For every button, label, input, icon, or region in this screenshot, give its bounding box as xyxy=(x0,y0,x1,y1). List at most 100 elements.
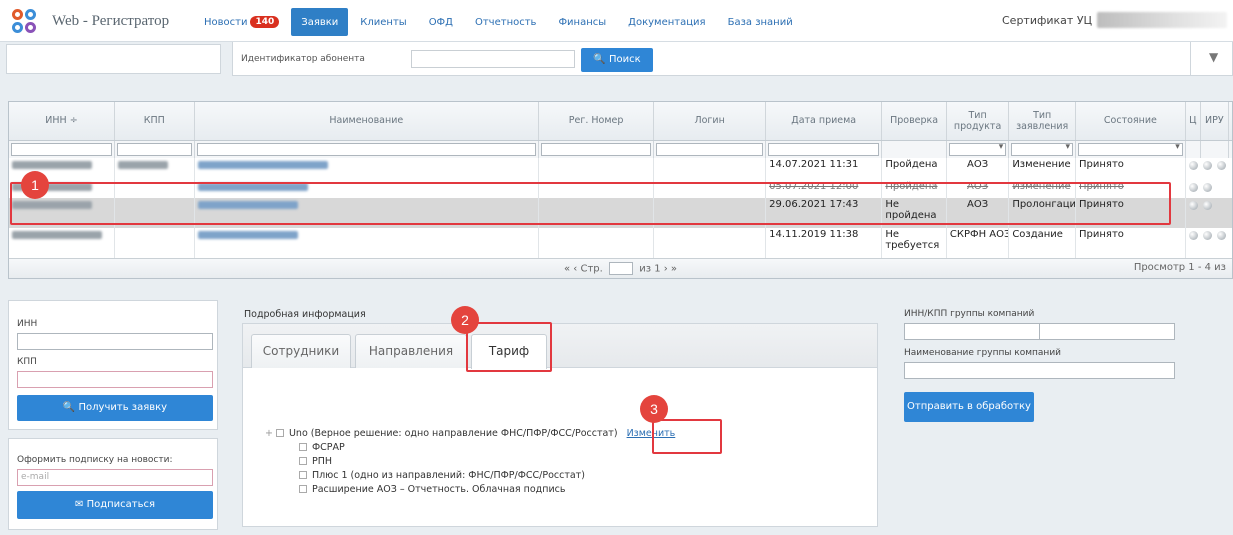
tariff-checkbox[interactable] xyxy=(299,443,307,451)
status-circle-icon[interactable] xyxy=(1202,201,1212,210)
app-logo-icon[interactable] xyxy=(12,9,38,35)
email-field[interactable]: e-mail xyxy=(17,469,213,486)
cell-date: 14.11.2019 11:38 xyxy=(765,228,883,258)
tariff-child-item: Расширение АОЗ – Отчетность. Облачная по… xyxy=(265,484,675,498)
column-header-request-type[interactable]: Тип заявления xyxy=(1008,102,1077,141)
pager-page-input[interactable] xyxy=(609,262,634,275)
nav-item-knowledge-base[interactable]: База знаний xyxy=(728,8,793,36)
filter-state-select[interactable] xyxy=(1078,142,1183,156)
column-header-login[interactable]: Логин xyxy=(653,102,767,141)
table-row[interactable]: 14.11.2019 11:38 Не требуется СКРФН АОЗ … xyxy=(9,228,1232,258)
tab-directions[interactable]: Направления xyxy=(355,334,467,368)
filter-cell xyxy=(194,140,540,158)
search-strip: Идентификатор абонента 🔍 Поиск ▼ xyxy=(0,42,1233,82)
tab-employees[interactable]: Сотрудники xyxy=(251,334,351,368)
filter-name-input[interactable] xyxy=(196,142,537,156)
pager-prev-icon[interactable]: « ‹ xyxy=(564,264,577,275)
nav-item-documentation[interactable]: Документация xyxy=(628,8,705,36)
cell-status-icons xyxy=(1185,228,1232,258)
nav-item-finance[interactable]: Финансы xyxy=(558,8,606,36)
tariff-child-item: РПН xyxy=(265,456,675,470)
status-circle-icon[interactable] xyxy=(1216,231,1226,240)
cell-status-icons xyxy=(1185,158,1232,180)
filter-inn-input[interactable] xyxy=(11,142,112,156)
status-circle-icon[interactable] xyxy=(1202,231,1212,240)
blurred-value xyxy=(12,161,92,169)
expand-icon[interactable]: + xyxy=(265,428,273,439)
filter-cell xyxy=(653,140,767,158)
cell-request-type: Изменение xyxy=(1008,158,1077,180)
status-circle-icon[interactable] xyxy=(1202,161,1212,170)
main-nav: Новости 140 Заявки Клиенты ОФД Отчетност… xyxy=(204,8,815,36)
blurred-value xyxy=(12,231,102,239)
tariff-checkbox[interactable] xyxy=(275,429,284,437)
column-header-label: ИНН xyxy=(45,115,67,127)
status-circle-icon[interactable] xyxy=(1188,231,1198,240)
status-circle-icon[interactable] xyxy=(1188,161,1198,170)
inn-input[interactable] xyxy=(17,333,213,350)
filter-login-input[interactable] xyxy=(656,142,764,156)
nav-item-requests[interactable]: Заявки xyxy=(291,8,349,36)
filter-type-select[interactable] xyxy=(1011,142,1074,156)
tariff-child-item: ФСРАР xyxy=(265,442,675,456)
cell-state: Принято xyxy=(1075,228,1186,258)
nav-item-ofd[interactable]: ОФД xyxy=(429,8,453,36)
filter-cell xyxy=(1228,140,1232,158)
table-row[interactable]: 14.07.2021 11:31 Пройдена АОЗ Изменение … xyxy=(9,158,1232,180)
filter-product-select[interactable] xyxy=(948,142,1007,156)
details-panel: Сотрудники Направления Тариф + Uno (Верно… xyxy=(242,323,878,527)
column-header-state[interactable]: Состояние xyxy=(1075,102,1186,141)
cell-request-type: Создание xyxy=(1008,228,1077,258)
cell-status-icons xyxy=(1185,198,1232,228)
column-header-date[interactable]: Дата приема xyxy=(765,102,883,141)
grid-pager: « ‹ Стр. из 1 › » Просмотр 1 - 4 из xyxy=(9,258,1232,278)
user-name-blurred[interactable] xyxy=(1097,12,1227,28)
cell-name[interactable] xyxy=(194,158,540,180)
annotation-row-highlight xyxy=(10,182,1171,225)
subscribe-label: Оформить подписку на новости: xyxy=(17,455,173,465)
column-header-kpp[interactable]: КПП xyxy=(114,102,195,141)
annotation-tab-highlight xyxy=(466,322,552,372)
column-header-c[interactable]: Ц xyxy=(1185,102,1201,141)
tariff-checkbox[interactable] xyxy=(299,457,307,465)
certificate-link[interactable]: Сертификат УЦ xyxy=(1002,14,1092,27)
nav-item-clients[interactable]: Клиенты xyxy=(360,8,406,36)
search-button[interactable]: 🔍 Поиск xyxy=(581,48,653,72)
get-request-button[interactable]: 🔍 Получить заявку xyxy=(17,395,213,421)
tariff-checkbox[interactable] xyxy=(299,471,307,479)
filter-cell xyxy=(9,140,115,158)
blurred-value xyxy=(117,161,168,169)
group-inn-input[interactable] xyxy=(904,323,1040,340)
grid-header-row: ИНН ÷ КПП Наименование Рег. Номер Логин … xyxy=(9,102,1232,141)
send-to-processing-button[interactable]: Отправить в обработку xyxy=(904,392,1034,422)
status-circle-icon[interactable] xyxy=(1188,183,1198,192)
group-kpp-input[interactable] xyxy=(1039,323,1175,340)
status-circle-icon[interactable] xyxy=(1202,183,1212,192)
column-header-product-type[interactable]: Тип продукта xyxy=(946,102,1010,141)
column-header-c2[interactable]: Ц xyxy=(1228,102,1232,141)
cell-state: Принято xyxy=(1075,158,1186,180)
cell-login xyxy=(653,228,767,258)
filter-date-input[interactable] xyxy=(768,142,880,156)
kpp-input[interactable] xyxy=(17,371,213,388)
cell-name[interactable] xyxy=(194,228,540,258)
column-header-inn[interactable]: ИНН ÷ xyxy=(9,102,115,141)
tariff-checkbox[interactable] xyxy=(299,485,307,493)
nav-item-reporting[interactable]: Отчетность xyxy=(475,8,536,36)
subscribe-button[interactable]: ✉ Подписаться xyxy=(17,491,213,519)
filter-reg-input[interactable] xyxy=(541,142,652,156)
collapse-panel[interactable]: ▼ xyxy=(1190,42,1233,76)
column-header-check[interactable]: Проверка xyxy=(881,102,947,141)
column-header-name[interactable]: Наименование xyxy=(194,102,540,141)
filter-kpp-input[interactable] xyxy=(116,142,192,156)
subscribe-panel: Оформить подписку на новости: e-mail ✉ П… xyxy=(8,438,218,530)
nav-item-news[interactable]: Новости 140 xyxy=(204,8,280,36)
subscriber-id-input[interactable] xyxy=(411,50,575,68)
search-icon: 🔍 xyxy=(62,402,76,413)
column-header-reg-number[interactable]: Рег. Номер xyxy=(538,102,655,141)
status-circle-icon[interactable] xyxy=(1188,201,1198,210)
pager-next-icon[interactable]: › » xyxy=(664,264,677,275)
status-circle-icon[interactable] xyxy=(1216,161,1226,170)
group-name-input[interactable] xyxy=(904,362,1175,379)
column-header-iru[interactable]: ИРУ xyxy=(1200,102,1229,141)
